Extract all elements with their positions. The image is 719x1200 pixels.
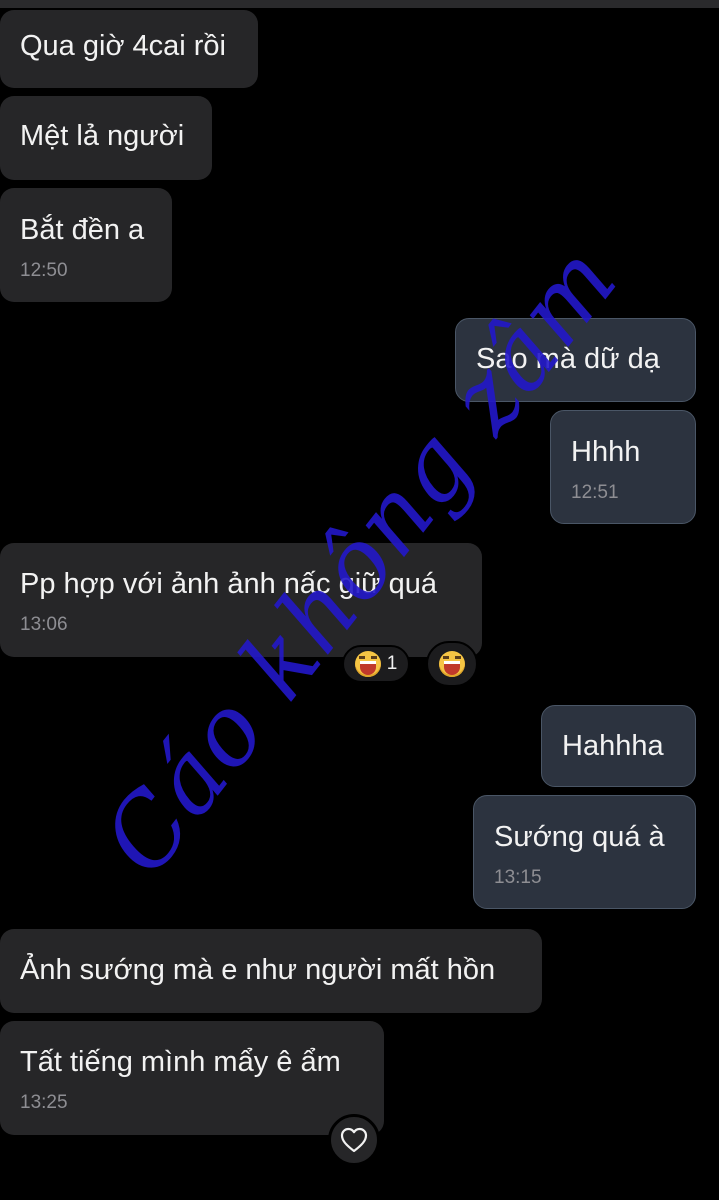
- message-bubble-outgoing[interactable]: Hhhh 12:51: [550, 410, 696, 524]
- message-bubble-outgoing[interactable]: Sướng quá à 13:15: [473, 795, 696, 909]
- reaction-laugh-count[interactable]: 1: [342, 645, 410, 683]
- message-text: Ảnh sướng mà e như người mất hồn: [20, 954, 496, 986]
- reaction-heart-button[interactable]: [328, 1114, 380, 1166]
- message-text: Qua giờ 4cai rồi: [20, 30, 227, 62]
- laughing-face-emoji-icon: [439, 651, 465, 677]
- reaction-count: 1: [386, 653, 398, 674]
- message-bubble-incoming[interactable]: Tất tiếng mình mẩy ê ẩm 13:25: [0, 1021, 384, 1135]
- message-text: Mệt lả người: [20, 120, 185, 152]
- message-text: Sướng quá à: [494, 821, 665, 853]
- top-edge-bar: [0, 0, 719, 8]
- message-text: Hhhh: [571, 436, 641, 468]
- message-timestamp: 13:25: [20, 1092, 68, 1113]
- message-bubble-incoming[interactable]: Ảnh sướng mà e như người mất hồn: [0, 929, 542, 1013]
- reaction-laugh-button[interactable]: [426, 641, 478, 687]
- message-text: Hahhha: [562, 730, 664, 762]
- message-timestamp: 13:06: [20, 614, 68, 635]
- message-text: Sao mà dữ dạ: [476, 343, 660, 375]
- message-text: Bắt đền a: [20, 214, 145, 246]
- message-bubble-outgoing[interactable]: Sao mà dữ dạ: [455, 318, 696, 402]
- message-bubble-incoming[interactable]: Pp hợp với ảnh ảnh nấc giữ quá 13:06: [0, 543, 482, 657]
- message-timestamp: 12:51: [571, 482, 619, 503]
- message-bubble-incoming[interactable]: Bắt đền a 12:50: [0, 188, 172, 302]
- message-bubble-incoming[interactable]: Qua giờ 4cai rồi: [0, 10, 258, 88]
- message-timestamp: 12:50: [20, 260, 68, 281]
- message-text: Tất tiếng mình mẩy ê ẩm: [20, 1046, 341, 1078]
- message-timestamp: 13:15: [494, 867, 542, 888]
- laughing-face-emoji-icon: [354, 651, 381, 677]
- message-bubble-outgoing[interactable]: Hahhha: [541, 705, 696, 787]
- message-text: Pp hợp với ảnh ảnh nấc giữ quá: [20, 568, 438, 600]
- heart-outline-icon: [340, 1127, 368, 1153]
- message-bubble-incoming[interactable]: Mệt lả người: [0, 96, 212, 180]
